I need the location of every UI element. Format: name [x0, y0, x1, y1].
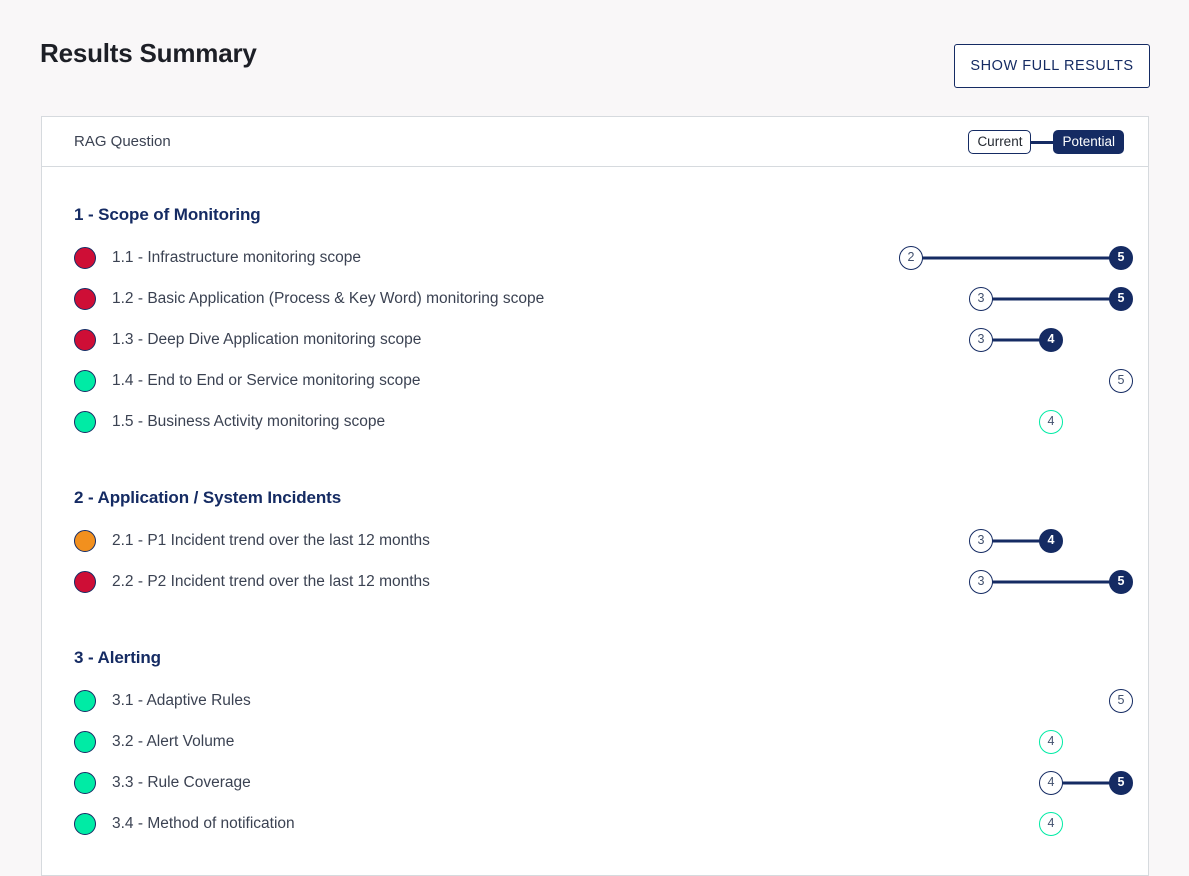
rag-row[interactable]: 2.1 - P1 Incident trend over the last 12… — [42, 520, 1148, 561]
section: 1 - Scope of Monitoring 1.1 - Infrastruct… — [42, 167, 1148, 442]
card-header-row: RAG Question Current Potential — [42, 117, 1148, 167]
potential-score-marker[interactable]: 5 — [1109, 286, 1133, 311]
page-title: Results Summary — [40, 38, 257, 68]
show-full-results-button[interactable]: SHOW FULL RESULTS — [954, 44, 1150, 88]
current-score-marker[interactable]: 4 — [1039, 770, 1063, 795]
rag-status-dot-red — [74, 287, 96, 310]
rag-row[interactable]: 3.2 - Alert Volume 4 — [42, 721, 1148, 762]
rag-status-dot-red — [74, 328, 96, 351]
card-body: 1 - Scope of Monitoring 1.1 - Infrastruct… — [42, 167, 1148, 864]
rag-status-dot-green — [74, 689, 96, 712]
rag-row-label: 3.2 - Alert Volume — [112, 732, 235, 750]
legend-potential-pill: Potential — [1053, 130, 1124, 154]
current-score-marker[interactable]: 3 — [969, 327, 993, 352]
current-score-marker[interactable]: 5 — [1109, 368, 1133, 393]
rag-status-dot-red — [74, 246, 96, 269]
page-header: Results Summary SHOW FULL RESULTS — [0, 0, 1189, 112]
potential-score-marker[interactable]: 5 — [1109, 245, 1133, 270]
rag-row[interactable]: 1.3 - Deep Dive Application monitoring s… — [42, 319, 1148, 360]
legend: Current Potential — [968, 130, 1124, 154]
current-score-marker[interactable]: 3 — [969, 569, 993, 594]
rag-row[interactable]: 1.2 - Basic Application (Process & Key W… — [42, 278, 1148, 319]
current-score-marker[interactable]: 4 — [1039, 729, 1063, 754]
rag-row-label: 2.2 - P2 Incident trend over the last 12… — [112, 572, 430, 590]
section: 3 - Alerting 3.1 - Adaptive Rules 5 3.2 - A… — [42, 602, 1148, 844]
rag-status-dot-red — [74, 570, 96, 593]
rag-row-label: 3.4 - Method of notification — [112, 814, 295, 832]
section: 2 - Application / System Incidents 2.1 - … — [42, 442, 1148, 602]
rag-status-dot-green — [74, 369, 96, 392]
rag-row-label: 3.3 - Rule Coverage — [112, 773, 251, 791]
current-score-marker[interactable]: 3 — [969, 286, 993, 311]
rag-row[interactable]: 3.4 - Method of notification 4 — [42, 803, 1148, 844]
rag-status-dot-green — [74, 812, 96, 835]
section-title: 2 - Application / System Incidents — [74, 488, 342, 507]
potential-score-marker[interactable]: 4 — [1039, 528, 1063, 553]
rag-status-dot-green — [74, 730, 96, 753]
section-title: 1 - Scope of Monitoring — [74, 205, 261, 224]
section-rows: 1.1 - Infrastructure monitoring scope 2 5 1… — [42, 237, 1148, 442]
score-connector-line — [981, 297, 1121, 300]
rag-row[interactable]: 1.4 - End to End or Service monitoring s… — [42, 360, 1148, 401]
rag-row-label: 2.1 - P1 Incident trend over the last 12… — [112, 531, 430, 549]
section-title: 3 - Alerting — [74, 648, 161, 667]
rag-status-dot-green — [74, 771, 96, 794]
legend-current-pill: Current — [968, 130, 1032, 154]
current-score-marker[interactable]: 4 — [1039, 811, 1063, 836]
score-connector-line — [981, 580, 1121, 583]
potential-score-marker[interactable]: 4 — [1039, 327, 1063, 352]
rag-row[interactable]: 1.5 - Business Activity monitoring scope… — [42, 401, 1148, 442]
rag-row-label: 3.1 - Adaptive Rules — [112, 691, 251, 709]
rag-row-label: 1.4 - End to End or Service monitoring s… — [112, 371, 421, 389]
legend-connector-line — [1030, 140, 1055, 144]
section-rows: 3.1 - Adaptive Rules 5 3.2 - Alert Volume 4… — [42, 680, 1148, 844]
rag-row-label: 1.3 - Deep Dive Application monitoring s… — [112, 330, 422, 348]
current-score-marker[interactable]: 2 — [899, 245, 923, 270]
rag-status-dot-green — [74, 410, 96, 433]
rag-row[interactable]: 2.2 - P2 Incident trend over the last 12… — [42, 561, 1148, 602]
score-connector-line — [911, 256, 1121, 259]
current-score-marker[interactable]: 3 — [969, 528, 993, 553]
rag-row-label: 1.1 - Infrastructure monitoring scope — [112, 248, 361, 266]
rag-question-column-header: RAG Question — [74, 133, 171, 150]
results-card: RAG Question Current Potential 1 - Scope… — [41, 116, 1149, 876]
current-score-marker[interactable]: 5 — [1109, 688, 1133, 713]
rag-row-label: 1.5 - Business Activity monitoring scope — [112, 412, 386, 430]
rag-row[interactable]: 3.1 - Adaptive Rules 5 — [42, 680, 1148, 721]
rag-status-dot-amber — [74, 529, 96, 552]
rag-row[interactable]: 3.3 - Rule Coverage 4 5 — [42, 762, 1148, 803]
rag-row[interactable]: 1.1 - Infrastructure monitoring scope 2 5 — [42, 237, 1148, 278]
current-score-marker[interactable]: 4 — [1039, 409, 1063, 434]
section-rows: 2.1 - P1 Incident trend over the last 12… — [42, 520, 1148, 602]
potential-score-marker[interactable]: 5 — [1109, 569, 1133, 594]
rag-row-label: 1.2 - Basic Application (Process & Key W… — [112, 289, 545, 307]
potential-score-marker[interactable]: 5 — [1109, 770, 1133, 795]
